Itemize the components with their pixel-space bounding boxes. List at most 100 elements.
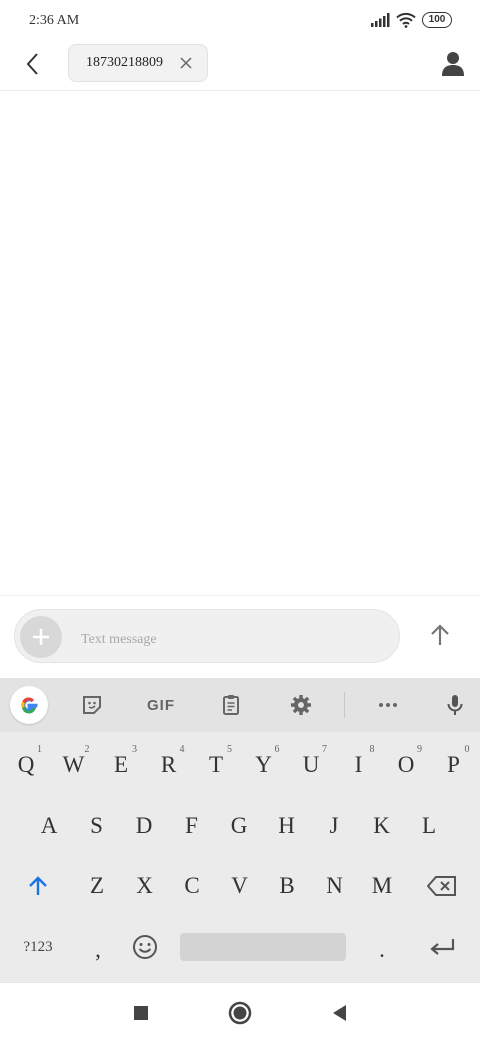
key-v[interactable]: V bbox=[216, 862, 264, 910]
signal-icon bbox=[371, 13, 390, 27]
conversation-header: 18730218809 bbox=[0, 44, 480, 91]
settings-button[interactable] bbox=[283, 687, 319, 723]
enter-key[interactable] bbox=[418, 923, 466, 971]
mic-icon bbox=[447, 695, 463, 715]
key-label: G bbox=[230, 813, 248, 838]
key-i[interactable]: I8 bbox=[335, 741, 383, 789]
key-hint: 4 bbox=[179, 744, 185, 755]
key-label: T bbox=[208, 752, 224, 777]
status-icons: 100 bbox=[370, 12, 452, 28]
key-h[interactable]: H bbox=[263, 802, 311, 850]
google-icon bbox=[21, 697, 38, 714]
key-t[interactable]: T5 bbox=[192, 741, 240, 789]
key-g[interactable]: G bbox=[215, 802, 263, 850]
home-circle-icon bbox=[228, 1001, 252, 1025]
key-hint: 2 bbox=[84, 744, 90, 755]
backspace-key[interactable] bbox=[418, 862, 466, 910]
key-label: F bbox=[185, 813, 198, 838]
back-nav-button[interactable] bbox=[326, 1000, 352, 1026]
key-label: R bbox=[160, 752, 177, 777]
key-p[interactable]: P0 bbox=[430, 741, 478, 789]
key-label: S bbox=[90, 813, 103, 838]
home-button[interactable] bbox=[227, 1000, 253, 1026]
space-key[interactable] bbox=[180, 933, 346, 961]
comma-key[interactable]: , bbox=[74, 926, 122, 974]
key-label: Z bbox=[89, 873, 105, 898]
sticker-icon bbox=[83, 696, 101, 714]
key-u[interactable]: U7 bbox=[287, 741, 335, 789]
symbols-key[interactable]: ?123 bbox=[14, 923, 62, 971]
status-time: 2:36 AM bbox=[29, 13, 80, 28]
key-label: L bbox=[421, 813, 437, 838]
compose-field[interactable]: Text message bbox=[14, 609, 400, 663]
key-o[interactable]: O9 bbox=[382, 741, 430, 789]
key-y[interactable]: Y6 bbox=[240, 741, 288, 789]
send-arrow-icon bbox=[431, 624, 449, 645]
close-icon[interactable] bbox=[179, 56, 193, 70]
key-d[interactable]: D bbox=[120, 802, 168, 850]
gif-button[interactable]: GIF bbox=[138, 687, 184, 723]
key-c[interactable]: C bbox=[168, 862, 216, 910]
send-button[interactable] bbox=[424, 619, 456, 651]
key-label: N bbox=[326, 873, 343, 898]
key-label: J bbox=[329, 813, 339, 838]
add-attachment-button[interactable] bbox=[20, 616, 62, 658]
key-q[interactable]: Q1 bbox=[2, 741, 50, 789]
google-button[interactable] bbox=[10, 686, 48, 724]
key-k[interactable]: K bbox=[358, 802, 406, 850]
mic-button[interactable] bbox=[437, 687, 473, 723]
shift-arrow-icon bbox=[29, 876, 47, 895]
key-label: D bbox=[135, 813, 153, 838]
key-label: B bbox=[279, 873, 295, 898]
clipboard-button[interactable] bbox=[213, 687, 249, 723]
key-w[interactable]: W2 bbox=[50, 741, 98, 789]
recipient-number: 18730218809 bbox=[86, 55, 163, 70]
key-hint: 9 bbox=[417, 744, 422, 755]
key-hint: 6 bbox=[274, 744, 280, 755]
key-label: H bbox=[278, 813, 295, 838]
key-b[interactable]: B bbox=[263, 862, 311, 910]
compose-placeholder[interactable]: Text message bbox=[81, 632, 157, 648]
battery-icon: 100 bbox=[422, 12, 452, 28]
more-icon bbox=[379, 703, 397, 707]
recipient-chip[interactable]: 18730218809 bbox=[68, 44, 208, 82]
message-list[interactable] bbox=[0, 91, 480, 595]
key-j[interactable]: J bbox=[310, 802, 358, 850]
key-label: Y bbox=[255, 752, 272, 777]
key-s[interactable]: S bbox=[73, 802, 121, 850]
sticker-button[interactable] bbox=[74, 687, 110, 723]
plus-icon bbox=[33, 629, 49, 645]
key-a[interactable]: A bbox=[25, 802, 73, 850]
keyboard-toolbar: GIF bbox=[0, 678, 480, 732]
key-z[interactable]: Z bbox=[73, 862, 121, 910]
key-label: U bbox=[302, 752, 320, 777]
key-hint: 5 bbox=[227, 744, 232, 755]
shift-key[interactable] bbox=[14, 862, 62, 910]
period-key[interactable]: . bbox=[358, 926, 406, 974]
wifi-icon bbox=[396, 12, 416, 28]
person-icon bbox=[442, 52, 464, 76]
backspace-icon bbox=[427, 876, 456, 896]
enter-icon bbox=[430, 939, 455, 955]
status-bar: 2:36 AM 100 bbox=[0, 0, 480, 44]
key-label: W bbox=[62, 752, 85, 777]
back-button[interactable] bbox=[20, 50, 48, 78]
key-m[interactable]: M bbox=[358, 862, 406, 910]
more-button[interactable] bbox=[370, 687, 406, 723]
contact-button[interactable] bbox=[440, 50, 466, 78]
key-label: I bbox=[354, 752, 363, 777]
key-label: C bbox=[184, 873, 200, 898]
key-x[interactable]: X bbox=[121, 862, 169, 910]
recents-button[interactable] bbox=[128, 1000, 154, 1026]
emoji-icon bbox=[133, 935, 157, 959]
key-l[interactable]: L bbox=[405, 802, 453, 850]
key-n[interactable]: N bbox=[311, 862, 359, 910]
emoji-key[interactable] bbox=[121, 923, 169, 971]
back-triangle-icon bbox=[333, 1005, 346, 1021]
key-e[interactable]: E3 bbox=[97, 741, 145, 789]
key-r[interactable]: R4 bbox=[145, 741, 193, 789]
keyboard: G I F Q 1 W 2 E 3 R 4 T 5 Y 6 U 7 I 8 O 9 … bbox=[0, 678, 480, 982]
key-label: P bbox=[447, 752, 460, 777]
key-f[interactable]: F bbox=[168, 802, 216, 850]
key-hint: 3 bbox=[132, 744, 137, 755]
